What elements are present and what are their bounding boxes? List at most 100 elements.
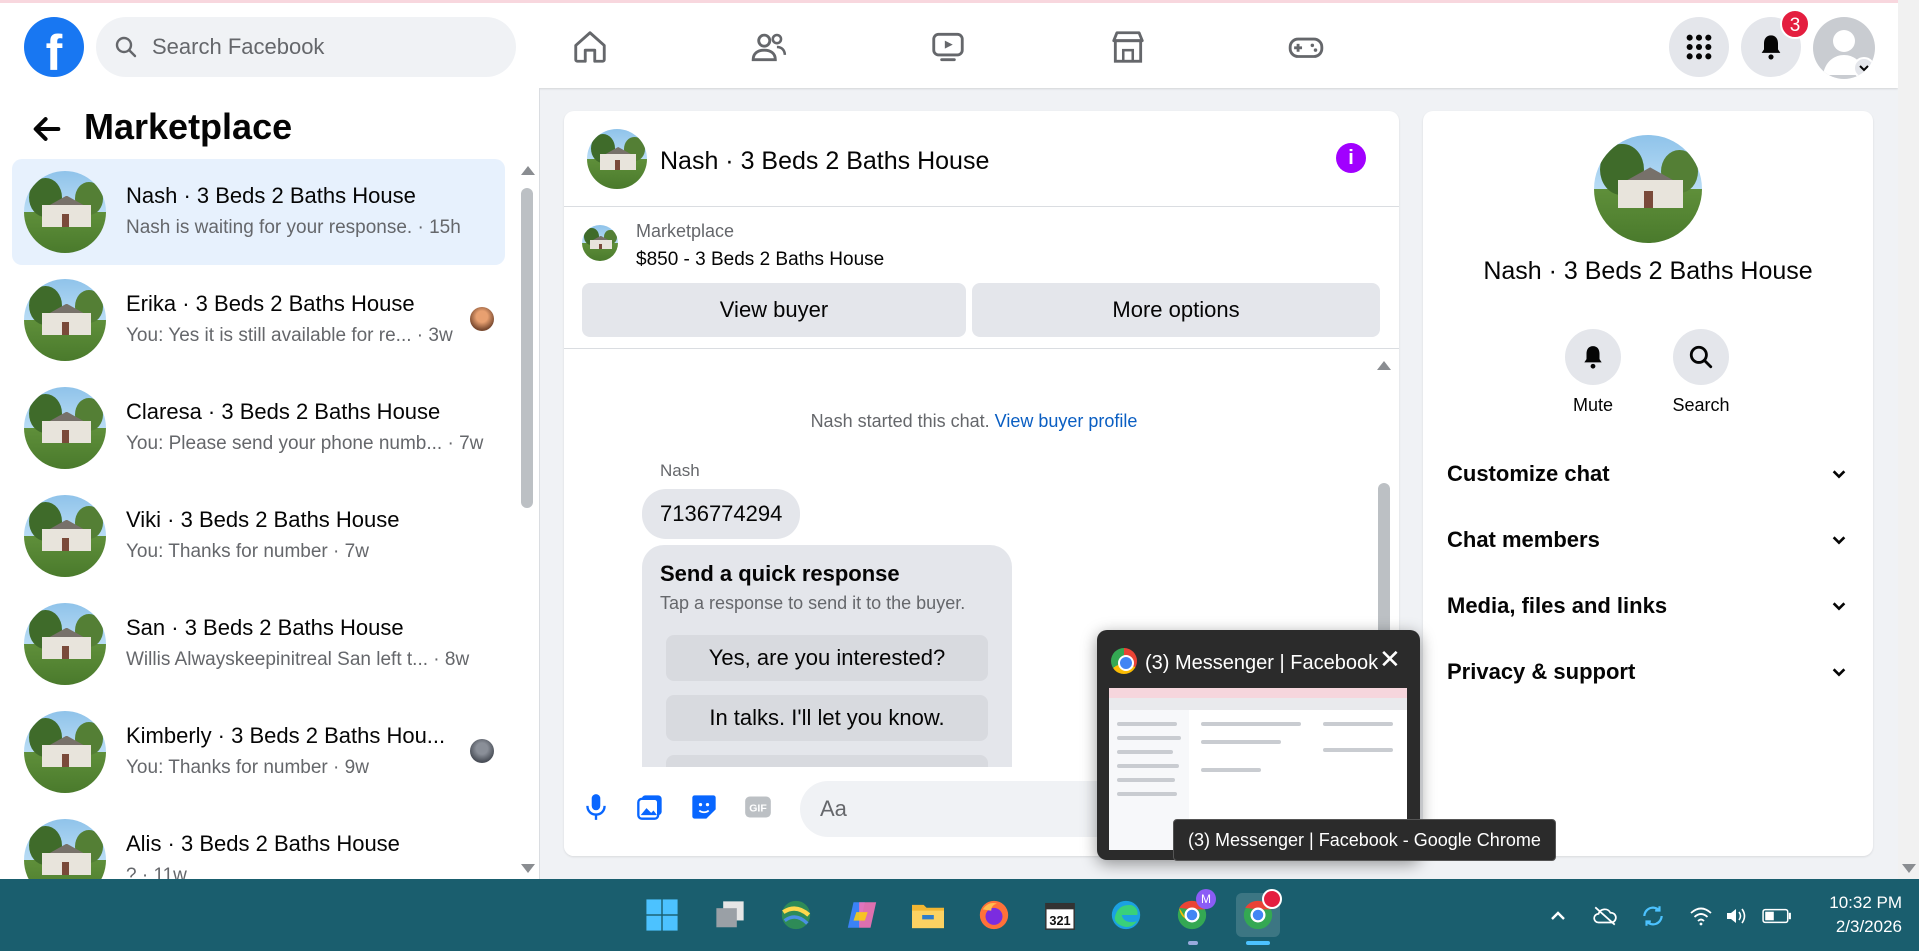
chat-scroll-up-icon[interactable] [1377,361,1391,370]
file-explorer-button[interactable] [906,893,950,937]
search-box[interactable]: Search Facebook [96,17,516,77]
details-title: Nash · 3 Beds 2 Baths House [1483,257,1813,285]
chat-members-section[interactable]: Chat members [1447,520,1847,560]
chevron-down-icon [1832,602,1846,611]
mute-action[interactable]: Mute [1548,329,1638,416]
conversation-item[interactable]: Alis · 3 Beds 2 Baths House ? · 11w [12,807,505,879]
scroll-up-icon[interactable] [521,166,535,175]
grid-menu-icon [1686,34,1712,60]
battery-icon[interactable] [1762,901,1792,931]
conversation-item[interactable]: Viki · 3 Beds 2 Baths House You: Thanks … [12,483,505,589]
search-icon [115,36,137,58]
listing-thumbnail [24,279,106,361]
scroll-down-icon[interactable] [521,864,535,873]
windows-logo-icon [646,899,678,931]
chat-title[interactable]: Nash · 3 Beds 2 Baths House [660,147,989,176]
start-button[interactable] [640,893,684,937]
conversation-name: Nash · 3 Beds 2 Baths House [126,183,416,208]
customize-chat-section[interactable]: Customize chat [1447,454,1847,494]
page-scrollbar[interactable] [1898,0,1919,879]
quick-response-option[interactable]: Yes, are you interested? [666,635,988,681]
conversation-name: Kimberly · 3 Beds 2 Baths Hou... [126,723,446,748]
listing-thumbnail [24,819,106,879]
menu-button[interactable] [1669,17,1729,77]
listing-price: $850 - 3 Beds 2 Baths House [636,249,885,270]
conversation-sidebar: Marketplace Nash · 3 Beds 2 Baths House … [0,88,540,879]
task-view-icon [716,901,744,928]
sync-icon[interactable] [1638,901,1668,931]
listing-small-thumbnail [582,225,618,261]
window-tooltip: (3) Messenger | Facebook - Google Chrome [1173,819,1556,861]
friends-icon[interactable] [747,25,791,69]
conversation-name: Alis · 3 Beds 2 Baths House [126,831,400,856]
mute-label: Mute [1572,395,1614,415]
chevron-down-icon [1832,470,1846,479]
info-icon[interactable]: i [1336,143,1366,173]
copilot-button[interactable] [840,893,884,937]
search-action[interactable]: Search [1656,329,1746,416]
folder-icon [912,904,944,929]
chat-header: Nash · 3 Beds 2 Baths House i [564,111,1399,207]
profile-badge-icon: M [1196,889,1216,909]
view-buyer-profile-link[interactable]: View buyer profile [995,411,1138,431]
account-avatar[interactable] [1813,17,1875,79]
conversation-item[interactable]: San · 3 Beds 2 Baths House Willis Always… [12,591,505,697]
volume-icon[interactable] [1722,901,1752,931]
edge-button[interactable] [1104,893,1148,937]
chrome-profile-m-button[interactable]: M [1170,889,1216,937]
chat-started-notice: Nash started this chat. View buyer profi… [810,411,1138,431]
quick-response-title: Send a quick response [660,561,900,586]
globe-app-button[interactable] [774,893,818,937]
account-chevron-icon[interactable] [1853,57,1875,79]
cloud-offline-icon[interactable] [1590,901,1620,931]
task-view-button[interactable] [708,893,752,937]
notification-badge: 3 [1780,9,1810,39]
gif-icon[interactable]: GIF [742,791,774,823]
sticker-icon[interactable] [688,791,720,823]
calendar-icon: 321 [1045,902,1075,930]
facebook-logo[interactable]: f [24,17,84,77]
conversation-avatar [1594,135,1702,243]
chat-listing-thumbnail[interactable] [587,129,647,189]
quick-response-option[interactable]: In talks. I'll let you know. [666,695,988,741]
conversation-name: San · 3 Beds 2 Baths House [126,615,404,640]
conversation-item[interactable]: Erika · 3 Beds 2 Baths House You: Yes it… [12,267,505,373]
conversation-name: Erika · 3 Beds 2 Baths House [126,291,415,316]
page-scroll-down-icon[interactable] [1902,864,1916,873]
conversation-preview: You: Thanks for number · 7w [126,541,369,562]
wifi-icon[interactable] [1686,901,1716,931]
back-arrow-icon[interactable] [30,112,64,146]
microphone-icon[interactable] [580,791,612,823]
chrome-active-button[interactable] [1236,889,1282,937]
video-icon[interactable] [926,25,970,69]
privacy-support-section[interactable]: Privacy & support [1447,652,1847,692]
bell-icon [1584,346,1602,369]
search-icon [1689,345,1713,369]
view-buyer-button[interactable]: View buyer [582,283,966,337]
conversation-item[interactable]: Claresa · 3 Beds 2 Baths House You: Plea… [12,375,505,481]
more-options-button[interactable]: More options [972,283,1380,337]
sidebar-title: Marketplace [84,106,293,147]
firefox-button[interactable] [972,893,1016,937]
sidebar-scrollbar[interactable] [521,188,533,508]
calendar-app-button[interactable]: 321 [1038,893,1082,937]
marketplace-icon[interactable] [1106,25,1150,69]
system-clock[interactable]: 10:32 PM 2/3/2026 [1812,891,1902,939]
profile-badge-icon [1262,889,1282,909]
home-icon[interactable] [568,25,612,69]
edge-icon [1111,900,1141,930]
gaming-icon[interactable] [1284,25,1328,69]
preview-title: (3) Messenger | Facebook [1145,652,1379,674]
windows-taskbar: 321 M 10:32 PM 2/3/2026 [0,879,1919,951]
chevron-up-icon[interactable] [1543,901,1573,931]
photo-icon[interactable] [634,791,666,823]
close-icon[interactable]: ✕ [1379,644,1401,675]
clock-time: 10:32 PM [1829,893,1902,912]
running-indicator [1188,941,1198,945]
chrome-icon [1111,648,1137,674]
top-navigation-bar: f Search Facebook 3 [0,0,1898,88]
conversation-item[interactable]: Nash · 3 Beds 2 Baths House Nash is wait… [12,159,505,265]
search-placeholder: Search Facebook [152,34,325,59]
media-files-section[interactable]: Media, files and links [1447,586,1847,626]
conversation-item[interactable]: Kimberly · 3 Beds 2 Baths Hou... You: Th… [12,699,505,805]
